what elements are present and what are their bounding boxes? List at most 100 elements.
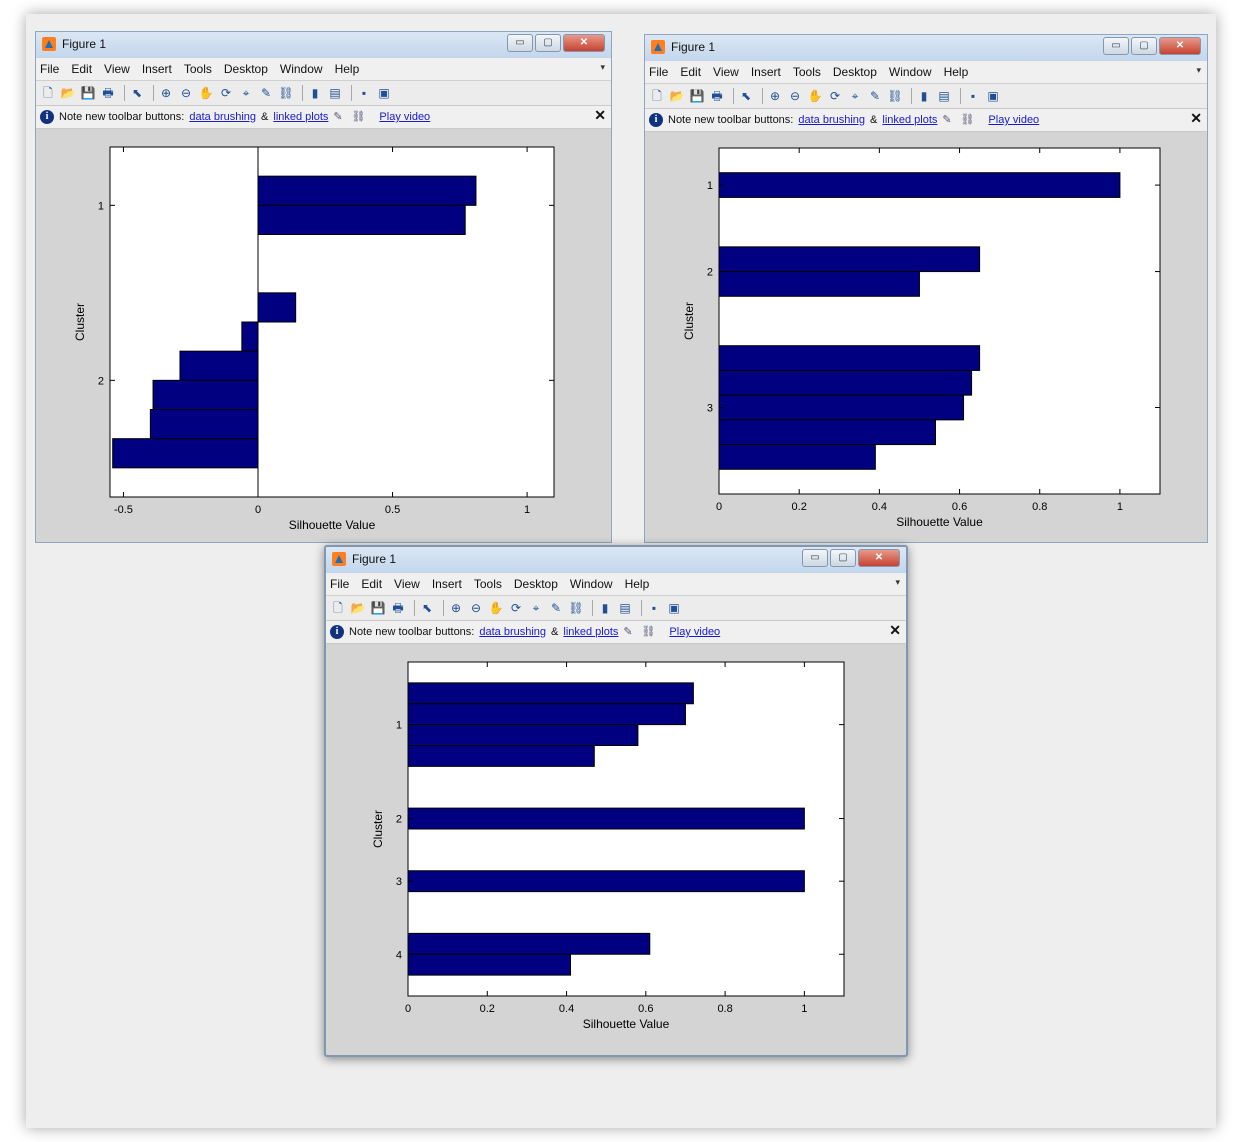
colorbar-icon[interactable]: ▮ — [307, 86, 323, 101]
menu-help[interactable]: Help — [625, 577, 650, 591]
minimize-button[interactable]: ▭ — [1103, 37, 1129, 55]
menu-overflow-icon[interactable]: ▾ — [1196, 65, 1201, 76]
play-video-link[interactable]: Play video — [669, 626, 720, 638]
menu-help[interactable]: Help — [944, 65, 969, 79]
close-button[interactable]: ✕ — [563, 34, 605, 52]
open-file-icon[interactable]: 📂 — [60, 86, 76, 101]
linked-plots-link[interactable]: linked plots — [563, 626, 618, 638]
data-cursor-icon[interactable]: ⌖ — [528, 601, 544, 616]
menu-insert[interactable]: Insert — [751, 65, 781, 79]
edit-plot-icon[interactable]: ⬉ — [129, 86, 145, 101]
print-icon[interactable]: 🖶 — [390, 601, 406, 616]
menu-window[interactable]: Window — [889, 65, 932, 79]
menu-view[interactable]: View — [394, 577, 420, 591]
legend-icon[interactable]: ▤ — [327, 86, 343, 101]
data-cursor-icon[interactable]: ⌖ — [238, 86, 254, 101]
play-video-link[interactable]: Play video — [988, 114, 1039, 126]
colorbar-icon[interactable]: ▮ — [916, 89, 932, 104]
zoom-out-icon[interactable]: ⊖ — [787, 89, 803, 104]
hide-plot-tools-icon[interactable]: ▪ — [356, 86, 372, 101]
hide-plot-tools-icon[interactable]: ▪ — [646, 601, 662, 616]
brush-icon[interactable]: ✎ — [548, 601, 564, 616]
print-icon[interactable]: 🖶 — [709, 89, 725, 104]
menu-window[interactable]: Window — [570, 577, 613, 591]
menu-window[interactable]: Window — [280, 62, 323, 76]
pan-icon[interactable]: ✋ — [198, 86, 214, 101]
save-icon[interactable]: 💾 — [370, 601, 386, 616]
zoom-in-icon[interactable]: ⊕ — [767, 89, 783, 104]
new-figure-icon[interactable]: 🗋 — [40, 86, 56, 101]
print-icon[interactable]: 🖶 — [100, 86, 116, 101]
menu-view[interactable]: View — [713, 65, 739, 79]
rotate-3d-icon[interactable]: ⟳ — [508, 601, 524, 616]
silhouette-plot[interactable]: 1 2 -0.5 0 0.5 1 Silhouette Value Cluster — [36, 132, 607, 542]
hide-plot-tools-icon[interactable]: ▪ — [965, 89, 981, 104]
minimize-button[interactable]: ▭ — [802, 549, 828, 567]
brush-icon[interactable]: ✎ — [258, 86, 274, 101]
link-icon[interactable]: ⛓ — [568, 601, 584, 616]
rotate-3d-icon[interactable]: ⟳ — [827, 89, 843, 104]
close-note-button[interactable]: ✕ — [889, 622, 901, 639]
zoom-in-icon[interactable]: ⊕ — [158, 86, 174, 101]
show-plot-tools-icon[interactable]: ▣ — [376, 86, 392, 101]
maximize-button[interactable]: ▢ — [1131, 37, 1157, 55]
title-bar[interactable]: Figure 1 ▭ ▢ ✕ — [326, 547, 906, 573]
pan-icon[interactable]: ✋ — [488, 601, 504, 616]
menu-desktop[interactable]: Desktop — [514, 577, 558, 591]
title-bar[interactable]: Figure 1 ▭ ▢ ✕ — [36, 32, 611, 58]
menu-edit[interactable]: Edit — [361, 577, 382, 591]
menu-help[interactable]: Help — [335, 62, 360, 76]
play-video-link[interactable]: Play video — [379, 111, 430, 123]
save-icon[interactable]: 💾 — [80, 86, 96, 101]
menu-tools[interactable]: Tools — [793, 65, 821, 79]
menu-desktop[interactable]: Desktop — [833, 65, 877, 79]
new-figure-icon[interactable]: 🗋 — [649, 89, 665, 104]
legend-icon[interactable]: ▤ — [617, 601, 633, 616]
data-brushing-link[interactable]: data brushing — [479, 626, 546, 638]
menu-file[interactable]: File — [40, 62, 59, 76]
menu-overflow-icon[interactable]: ▾ — [600, 62, 605, 73]
link-icon[interactable]: ⛓ — [278, 86, 294, 101]
linked-plots-link[interactable]: linked plots — [882, 114, 937, 126]
minimize-button[interactable]: ▭ — [507, 34, 533, 52]
menu-file[interactable]: File — [649, 65, 668, 79]
data-brushing-link[interactable]: data brushing — [798, 114, 865, 126]
open-file-icon[interactable]: 📂 — [350, 601, 366, 616]
title-bar[interactable]: Figure 1 ▭ ▢ ✕ — [645, 35, 1207, 61]
maximize-button[interactable]: ▢ — [535, 34, 561, 52]
new-figure-icon[interactable]: 🗋 — [330, 601, 346, 616]
link-icon[interactable]: ⛓ — [887, 89, 903, 104]
close-button[interactable]: ✕ — [858, 549, 900, 567]
menu-desktop[interactable]: Desktop — [224, 62, 268, 76]
open-file-icon[interactable]: 📂 — [669, 89, 685, 104]
show-plot-tools-icon[interactable]: ▣ — [985, 89, 1001, 104]
silhouette-plot[interactable]: 1 2 3 0 0.2 0.4 0.6 0.8 1 Silhouette Value Cluster — [645, 135, 1203, 542]
menu-tools[interactable]: Tools — [474, 577, 502, 591]
menu-file[interactable]: File — [330, 577, 349, 591]
menu-insert[interactable]: Insert — [142, 62, 172, 76]
brush-icon[interactable]: ✎ — [867, 89, 883, 104]
menu-insert[interactable]: Insert — [432, 577, 462, 591]
show-plot-tools-icon[interactable]: ▣ — [666, 601, 682, 616]
colorbar-icon[interactable]: ▮ — [597, 601, 613, 616]
rotate-3d-icon[interactable]: ⟳ — [218, 86, 234, 101]
linked-plots-link[interactable]: linked plots — [273, 111, 328, 123]
silhouette-plot[interactable]: 1 2 3 4 0 0.2 0.4 0.6 0.8 1 Silhouette Value Cluste… — [326, 647, 902, 1055]
zoom-out-icon[interactable]: ⊖ — [178, 86, 194, 101]
data-cursor-icon[interactable]: ⌖ — [847, 89, 863, 104]
data-brushing-link[interactable]: data brushing — [189, 111, 256, 123]
zoom-out-icon[interactable]: ⊖ — [468, 601, 484, 616]
pan-icon[interactable]: ✋ — [807, 89, 823, 104]
edit-plot-icon[interactable]: ⬉ — [419, 601, 435, 616]
menu-edit[interactable]: Edit — [680, 65, 701, 79]
close-note-button[interactable]: ✕ — [1190, 110, 1202, 127]
save-icon[interactable]: 💾 — [689, 89, 705, 104]
menu-overflow-icon[interactable]: ▾ — [895, 577, 900, 588]
edit-plot-icon[interactable]: ⬉ — [738, 89, 754, 104]
close-button[interactable]: ✕ — [1159, 37, 1201, 55]
zoom-in-icon[interactable]: ⊕ — [448, 601, 464, 616]
close-note-button[interactable]: ✕ — [594, 107, 606, 124]
menu-edit[interactable]: Edit — [71, 62, 92, 76]
legend-icon[interactable]: ▤ — [936, 89, 952, 104]
menu-tools[interactable]: Tools — [184, 62, 212, 76]
